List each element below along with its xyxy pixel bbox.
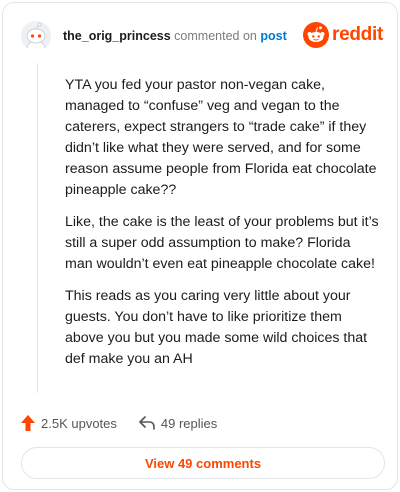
post-link[interactable]: post xyxy=(260,29,286,43)
thread-line[interactable] xyxy=(37,63,38,393)
comment-paragraph: YTA you fed your pastor non-vegan cake, … xyxy=(65,77,377,198)
comment-header: the_orig_princess commented on post redd… xyxy=(17,17,383,57)
reddit-brand[interactable]: reddit xyxy=(303,21,383,49)
comment-body: YTA you fed your pastor non-vegan cake, … xyxy=(65,75,381,381)
brand-wordmark: reddit xyxy=(332,24,383,45)
username-link[interactable]: the_orig_princess xyxy=(63,29,171,43)
reply-arrow-icon xyxy=(139,416,155,430)
action-text: commented on xyxy=(174,29,257,43)
upvote-button[interactable]: 2.5K upvotes xyxy=(21,415,117,431)
comment-card: the_orig_princess commented on post redd… xyxy=(2,2,398,490)
reply-button[interactable]: 49 replies xyxy=(139,416,217,431)
upvote-arrow-icon xyxy=(21,415,35,431)
reddit-logo-icon xyxy=(303,22,330,48)
comment-actions: 2.5K upvotes 49 replies xyxy=(21,413,239,433)
upvote-count: 2.5K upvotes xyxy=(41,415,117,431)
view-comments-button[interactable]: View 49 comments xyxy=(21,447,385,479)
comment-paragraph: This reads as you caring very little abo… xyxy=(65,288,368,367)
reply-count: 49 replies xyxy=(160,415,218,431)
comment-paragraph: Like, the cake is the least of your prob… xyxy=(65,214,379,272)
user-avatar-icon[interactable] xyxy=(21,21,51,51)
byline: the_orig_princess commented on post xyxy=(63,28,287,44)
